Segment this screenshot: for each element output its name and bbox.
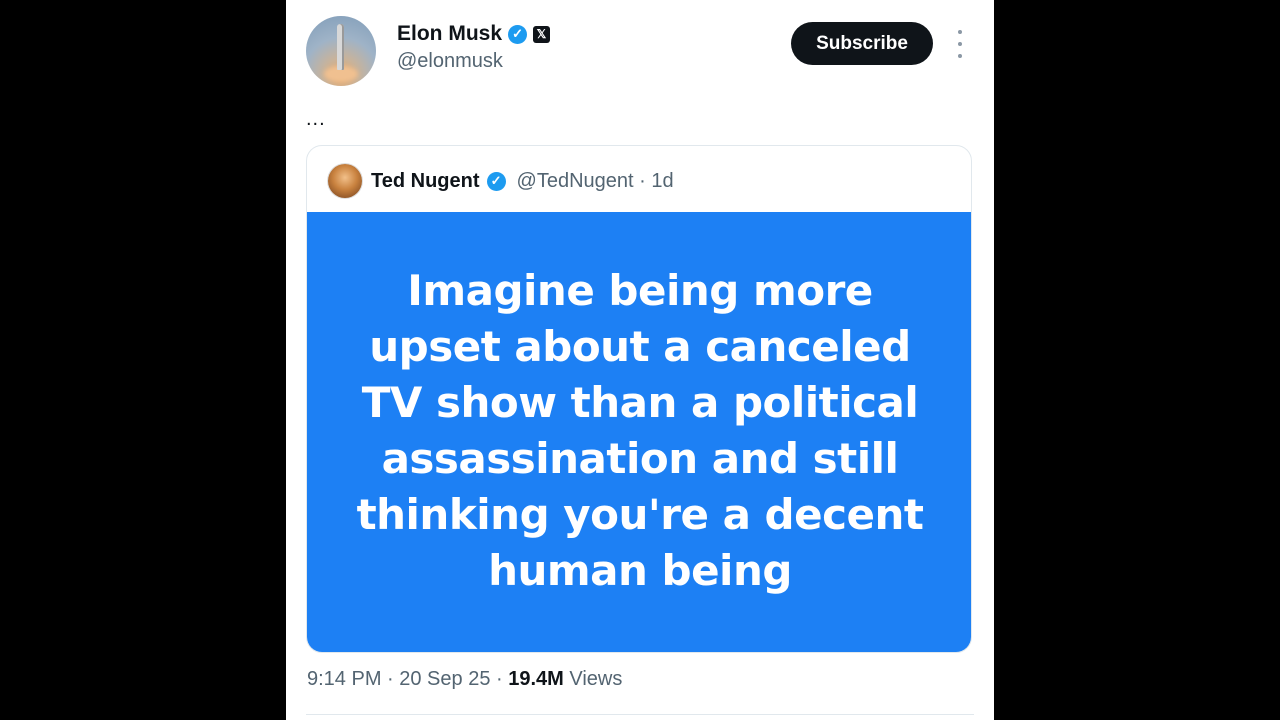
- quoted-author-name[interactable]: Ted Nugent: [371, 170, 480, 193]
- divider: [306, 714, 974, 715]
- quoted-tweet[interactable]: Ted Nugent ✓ @TedNugent · 1d Imagine bei…: [306, 145, 972, 653]
- author-avatar[interactable]: [306, 16, 376, 86]
- tweet-card: Elon Musk ✓ 𝕏 @elonmusk Subscribe ... Te…: [286, 0, 994, 720]
- tweet-text: ...: [306, 108, 326, 130]
- tweet-timestamp[interactable]: 9:14 PM · 20 Sep 25 ·: [307, 668, 508, 690]
- tweet-meta: 9:14 PM · 20 Sep 25 · 19.4M Views: [307, 668, 622, 691]
- x-logo-icon[interactable]: 𝕏: [533, 25, 551, 43]
- more-dot: [958, 42, 962, 46]
- verified-badge-icon[interactable]: ✓: [508, 24, 528, 44]
- author-name[interactable]: Elon Musk: [397, 22, 502, 46]
- more-options-icon[interactable]: [956, 30, 964, 58]
- avatar-rocket: [337, 24, 344, 70]
- author-name-row: Elon Musk ✓ 𝕏: [397, 22, 551, 46]
- views-count: 19.4M: [508, 668, 564, 690]
- subscribe-button[interactable]: Subscribe: [791, 22, 933, 65]
- more-dot: [958, 54, 962, 58]
- quoted-author-avatar[interactable]: [328, 164, 362, 198]
- more-dot: [958, 30, 962, 34]
- quoted-image-text: Imagine being more upset about a cancele…: [356, 266, 924, 595]
- author-handle[interactable]: @elonmusk: [397, 50, 503, 73]
- quoted-tweet-header: Ted Nugent ✓ @TedNugent · 1d: [328, 164, 674, 198]
- verified-badge-icon: ✓: [486, 171, 506, 191]
- quoted-author-handle-time: @TedNugent · 1d: [516, 169, 674, 192]
- views-label: Views: [563, 668, 623, 690]
- quoted-tweet-image[interactable]: Imagine being more upset about a cancele…: [307, 212, 971, 652]
